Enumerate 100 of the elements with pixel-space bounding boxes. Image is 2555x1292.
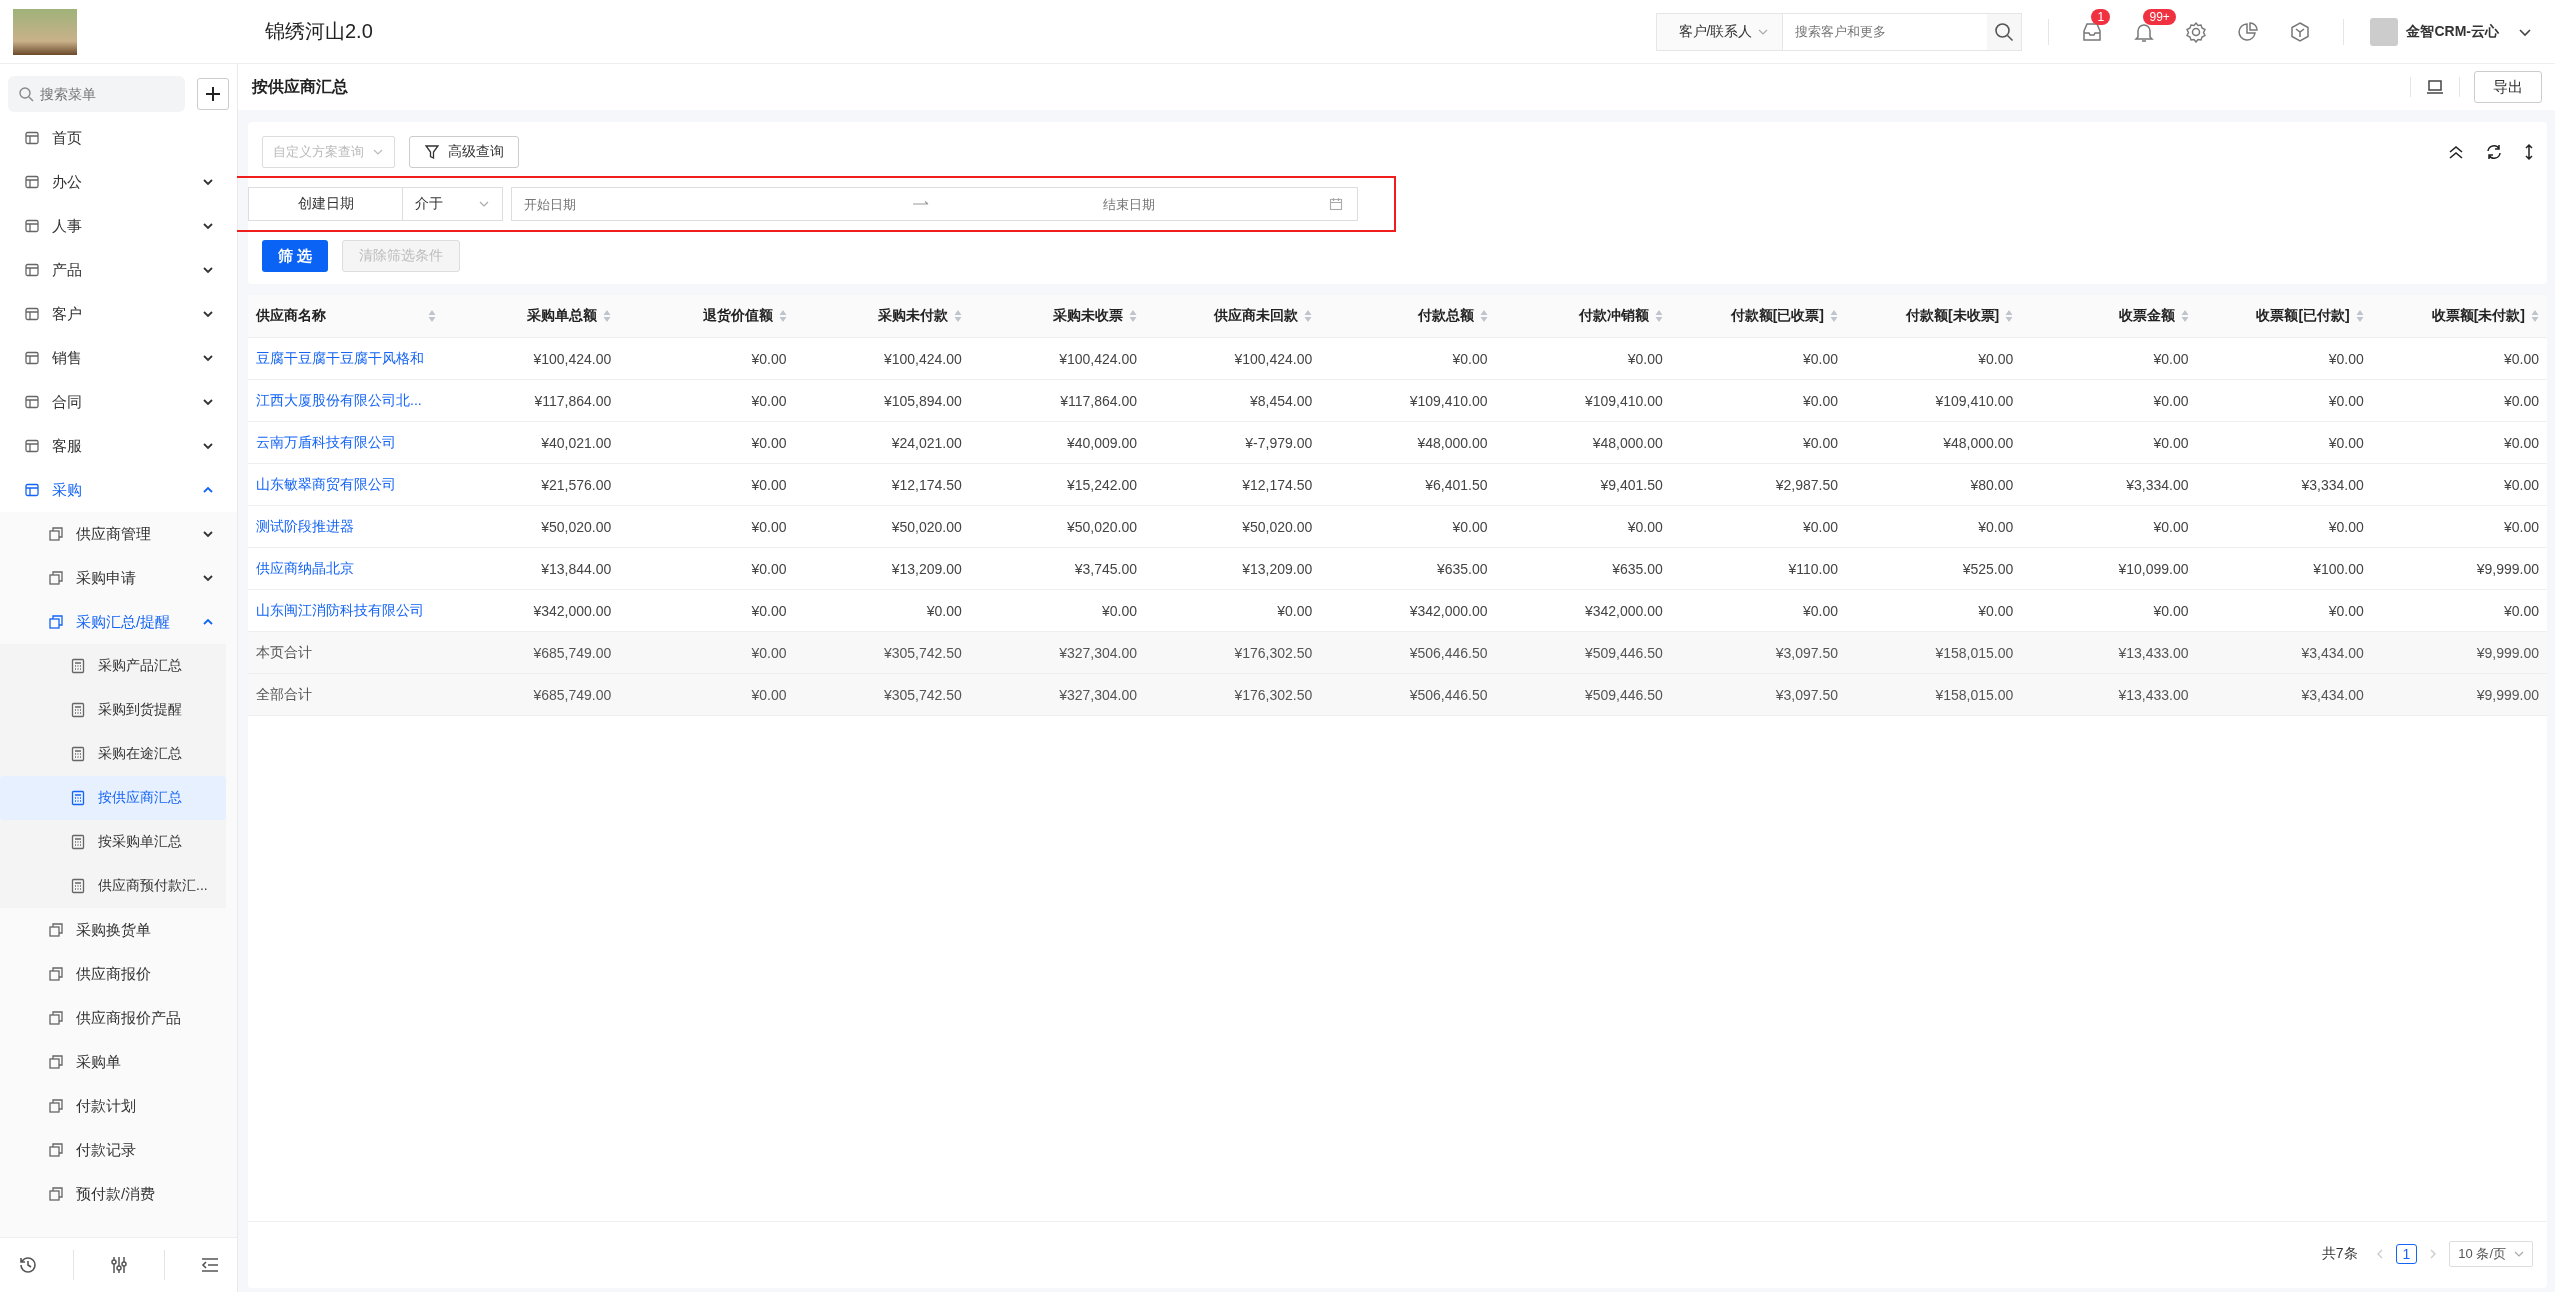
- table-cell: ¥0.00: [1670, 421, 1846, 464]
- document-icon: [48, 1098, 64, 1114]
- column-header[interactable]: 供应商未回款: [1145, 295, 1321, 338]
- sidebar-item[interactable]: 供应商报价: [0, 952, 237, 996]
- sort-icon: [1304, 309, 1313, 323]
- sidebar-item[interactable]: 采购到货提醒: [0, 688, 226, 732]
- table-cell: ¥9,999.00: [2371, 673, 2547, 716]
- table-cell: ¥0.00: [794, 589, 970, 632]
- sort-icon: [1129, 309, 1137, 323]
- search-icon: [1994, 21, 2015, 42]
- collapse-menu-icon[interactable]: [199, 1255, 220, 1275]
- arrow-right-icon: [911, 200, 930, 208]
- table-cell: ¥327,304.00: [969, 673, 1145, 716]
- table-cell: ¥176,302.50: [1145, 631, 1321, 674]
- calculator-icon: [70, 702, 86, 718]
- column-header[interactable]: 收票额[已付款]: [2196, 295, 2372, 338]
- sort-icon: [2005, 309, 2014, 323]
- table-cell: ¥0.00: [1670, 337, 1846, 380]
- column-header[interactable]: 付款额[未收票]: [1846, 295, 2022, 338]
- table-cell: ¥0.00: [2371, 589, 2547, 632]
- page-number[interactable]: 1: [2395, 1244, 2418, 1264]
- column-header[interactable]: 付款总额: [1320, 295, 1496, 338]
- table-cell: ¥506,446.50: [1320, 631, 1496, 674]
- sidebar-item[interactable]: 供应商管理: [0, 512, 237, 556]
- sidebar-item[interactable]: 供应商预付款汇...: [0, 864, 226, 908]
- table-cell: ¥0.00: [619, 673, 795, 716]
- supplier-link[interactable]: 山东敏翠商贸有限公司: [248, 463, 444, 506]
- document-icon: [48, 1142, 64, 1158]
- advanced-query-button[interactable]: 高级查询: [409, 136, 519, 168]
- sliders-icon[interactable]: [108, 1255, 129, 1275]
- sidebar-item[interactable]: 供应商报价产品: [0, 996, 237, 1040]
- table-cell: ¥0.00: [619, 463, 795, 506]
- column-header[interactable]: 收票金额: [2021, 295, 2197, 338]
- sidebar-item[interactable]: 预付款/消费: [0, 1172, 237, 1216]
- filter-field-dropdown[interactable]: 创建日期: [248, 187, 403, 221]
- supplier-link[interactable]: 江西大厦股份有限公司北...: [248, 379, 444, 422]
- supplier-link[interactable]: 豆腐干豆腐干豆腐干风格和: [248, 337, 444, 380]
- table-cell: ¥13,209.00: [1145, 547, 1321, 590]
- sidebar-item[interactable]: 付款记录: [0, 1128, 237, 1172]
- menu-search-field[interactable]: 搜索菜单: [8, 76, 185, 112]
- column-header[interactable]: 付款额[已收票]: [1670, 295, 1846, 338]
- table-cell: ¥8,454.00: [1145, 379, 1321, 422]
- table-cell: ¥109,410.00: [1495, 379, 1671, 422]
- table-cell: ¥0.00: [2371, 337, 2547, 380]
- table-cell: ¥100,424.00: [1145, 337, 1321, 380]
- sidebar-item[interactable]: 付款计划: [0, 1084, 237, 1128]
- export-button[interactable]: 导出: [2474, 71, 2542, 103]
- column-header[interactable]: 采购未收票: [969, 295, 1145, 338]
- operator-dropdown[interactable]: 介于: [403, 187, 503, 221]
- document-icon: [48, 614, 64, 630]
- supplier-link[interactable]: 供应商纳晶北京: [248, 547, 444, 590]
- table-cell: ¥110.00: [1670, 547, 1846, 590]
- column-header[interactable]: 收票额[未付款]: [2371, 295, 2547, 338]
- column-header[interactable]: 付款冲销额: [1495, 295, 1671, 338]
- column-header[interactable]: 采购未付款: [794, 295, 970, 338]
- supplier-link[interactable]: 云南万盾科技有限公司: [248, 421, 444, 464]
- add-button[interactable]: [197, 78, 229, 110]
- table-cell: ¥0.00: [1320, 505, 1496, 548]
- expand-vertical-icon[interactable]: [2523, 143, 2535, 161]
- hexagon-icon[interactable]: [2289, 20, 2312, 43]
- table-cell: ¥100,424.00: [969, 337, 1145, 380]
- pie-chart-icon[interactable]: [2237, 20, 2260, 43]
- sidebar-item[interactable]: 采购汇总/提醒: [0, 600, 237, 644]
- document-icon: [48, 922, 64, 938]
- global-search-field[interactable]: 客户/联系人 搜索客户和更多: [1655, 12, 2023, 51]
- page-size-dropdown[interactable]: 10 条/页: [2449, 1241, 2533, 1267]
- search-scope-dropdown[interactable]: 客户/联系人: [1656, 13, 1784, 50]
- sidebar-item[interactable]: 采购换货单: [0, 908, 237, 952]
- sidebar-item[interactable]: 按供应商汇总: [0, 776, 226, 820]
- table-cell: ¥0.00: [2021, 337, 2197, 380]
- supplier-link[interactable]: 山东闽江消防科技有限公司: [248, 589, 444, 632]
- user-name[interactable]: 金智CRM-云心: [2406, 22, 2499, 41]
- sidebar-item[interactable]: 采购申请: [0, 556, 237, 600]
- sidebar-item[interactable]: 采购单: [0, 1040, 237, 1084]
- table-cell: ¥0.00: [1670, 379, 1846, 422]
- sidebar-item[interactable]: 按采购单汇总: [0, 820, 226, 864]
- laptop-icon[interactable]: [2425, 77, 2445, 97]
- table-cell: ¥0.00: [619, 631, 795, 674]
- table-cell: ¥0.00: [2371, 505, 2547, 548]
- date-range-field[interactable]: 开始日期 结束日期: [511, 187, 1358, 221]
- sidebar-item[interactable]: 采购产品汇总: [0, 644, 226, 688]
- search-button[interactable]: [1987, 13, 2022, 50]
- menu-icon: [24, 262, 40, 278]
- table-cell: ¥9,999.00: [2371, 547, 2547, 590]
- column-header[interactable]: 退货价值额: [619, 295, 795, 338]
- filter-button[interactable]: 筛 选: [262, 240, 329, 272]
- refresh-icon[interactable]: [2485, 143, 2503, 161]
- double-chevron-up-icon[interactable]: [2447, 143, 2465, 161]
- inbox-icon[interactable]: [2081, 20, 2104, 43]
- table-cell: ¥3,745.00: [969, 547, 1145, 590]
- calculator-icon: [70, 790, 86, 806]
- sidebar-item[interactable]: 采购在途汇总: [0, 732, 226, 776]
- column-header[interactable]: 供应商名称: [248, 295, 444, 338]
- calculator-icon: [70, 878, 86, 894]
- table-cell: ¥635.00: [1495, 547, 1671, 590]
- settings-icon[interactable]: [2185, 20, 2208, 43]
- column-header[interactable]: 采购单总额: [444, 295, 620, 338]
- table-cell: ¥0.00: [2371, 463, 2547, 506]
- supplier-link[interactable]: 测试阶段推进器: [248, 505, 444, 548]
- history-icon[interactable]: [17, 1255, 38, 1275]
